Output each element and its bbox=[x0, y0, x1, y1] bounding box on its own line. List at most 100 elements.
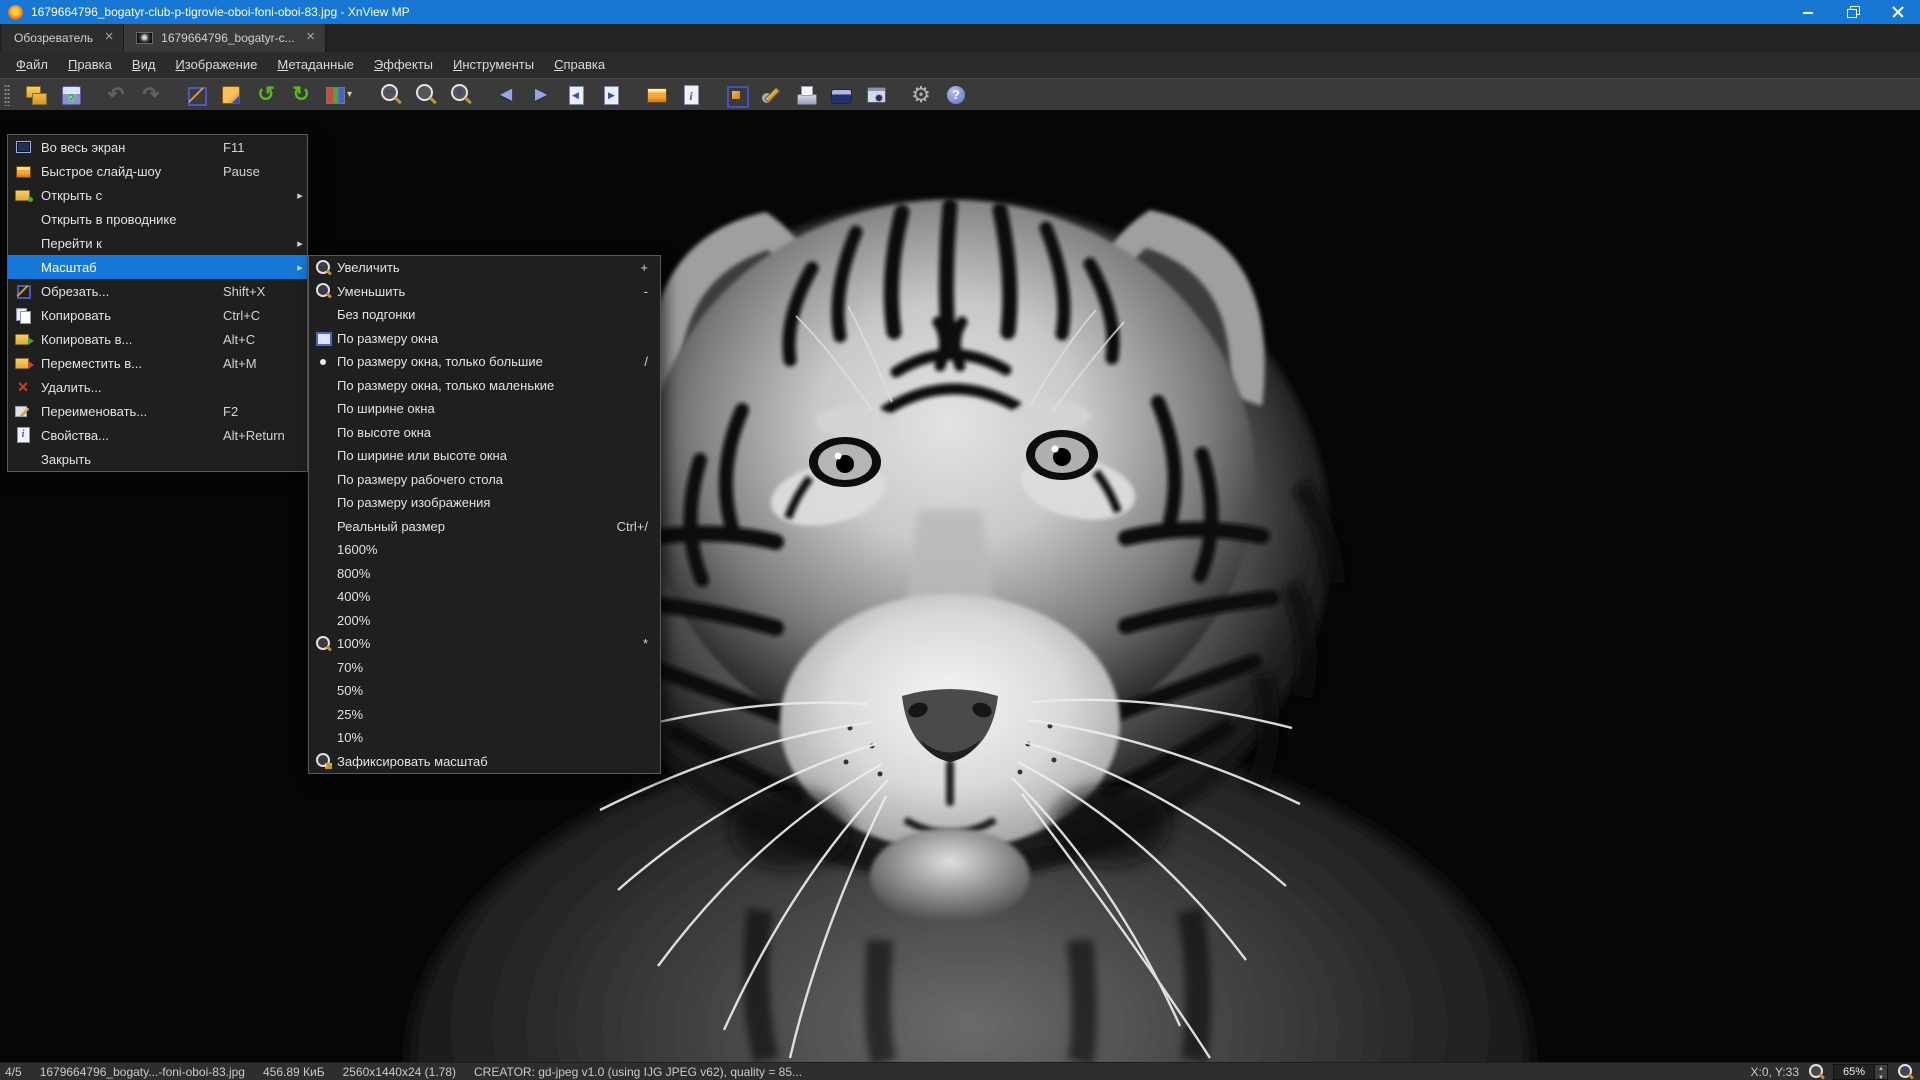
zoom-submenu-item[interactable]: 25% bbox=[309, 703, 660, 727]
context-menu-item[interactable]: Обрезать... Shift+X bbox=[8, 279, 307, 303]
zoom-submenu-item[interactable]: Увеличить + bbox=[309, 256, 660, 280]
context-menu-item[interactable]: Переименовать... F2 bbox=[8, 399, 307, 423]
toolbar-button-edit[interactable] bbox=[758, 82, 784, 108]
menu-item-label: 400% bbox=[337, 589, 648, 604]
menu-item-label: 200% bbox=[337, 613, 648, 628]
zoom-submenu-item[interactable]: 1600% bbox=[309, 538, 660, 562]
context-menu-item[interactable]: Во весь экран F11 bbox=[8, 135, 307, 159]
zoom-submenu-item[interactable]: Без подгонки bbox=[309, 303, 660, 327]
toolbar-button-scan[interactable] bbox=[828, 82, 854, 108]
toolbar bbox=[0, 78, 1920, 110]
zoom-submenu-item[interactable]: Реальный размер Ctrl+/ bbox=[309, 515, 660, 539]
toolbar-grip[interactable] bbox=[4, 84, 10, 106]
status-zoom-in-icon[interactable] bbox=[1896, 1063, 1914, 1080]
status-zoom-out-icon[interactable] bbox=[1807, 1063, 1825, 1080]
menubar-item[interactable]: Правка bbox=[58, 52, 122, 78]
edit-icon bbox=[758, 82, 784, 108]
context-menu-item[interactable]: Масштаб bbox=[8, 255, 307, 279]
tab-browser[interactable]: Обозреватель bbox=[2, 24, 124, 52]
toolbar-button-crop[interactable] bbox=[183, 82, 209, 108]
zoom-submenu-item[interactable]: 400% bbox=[309, 585, 660, 609]
zoom-submenu-item[interactable]: По размеру изображения bbox=[309, 491, 660, 515]
context-menu-item[interactable]: Копировать Ctrl+C bbox=[8, 303, 307, 327]
toolbar-button-browse[interactable] bbox=[23, 82, 49, 108]
window-button-close[interactable] bbox=[1875, 0, 1920, 24]
tab-image[interactable]: 1679664796_bogatyr-c... bbox=[124, 24, 325, 52]
menu-item-shortcut: Alt+M bbox=[223, 356, 293, 371]
toolbar-button-adjust[interactable] bbox=[323, 82, 359, 108]
submenu-arrow-icon bbox=[293, 237, 307, 250]
zoom-submenu-item[interactable]: По размеру рабочего стола bbox=[309, 468, 660, 492]
menu-item-shortcut: * bbox=[643, 636, 648, 651]
toolbar-button-page-last[interactable] bbox=[598, 82, 624, 108]
menu-item-label: Во весь экран bbox=[41, 140, 223, 155]
context-menu-item[interactable]: Открыть с bbox=[8, 183, 307, 207]
adjust-icon bbox=[323, 82, 359, 108]
status-segment: CREATOR: gd-jpeg v1.0 (using IJG JPEG v6… bbox=[474, 1065, 802, 1079]
toolbar-button-prev[interactable] bbox=[493, 82, 519, 108]
menubar-item[interactable]: Вид bbox=[122, 52, 166, 78]
zoom-submenu-item[interactable]: По ширине или высоте окна bbox=[309, 444, 660, 468]
toolbar-button-capture[interactable] bbox=[863, 82, 889, 108]
context-menu-item[interactable]: Свойства... Alt+Return bbox=[8, 423, 307, 447]
zoom-submenu-item[interactable]: По размеру окна, только маленькие bbox=[309, 374, 660, 398]
toolbar-button-info[interactable] bbox=[678, 82, 704, 108]
toolbar-button-redo[interactable] bbox=[138, 82, 164, 108]
toolbar-button-print[interactable] bbox=[793, 82, 819, 108]
context-menu-item[interactable]: Закрыть bbox=[8, 447, 307, 471]
toolbar-button-undo[interactable] bbox=[103, 82, 129, 108]
zoom-submenu-item[interactable]: 70% bbox=[309, 656, 660, 680]
context-menu-item[interactable]: Открыть в проводнике bbox=[8, 207, 307, 231]
tab-close-icon[interactable] bbox=[303, 30, 319, 46]
menubar-item[interactable]: Инструменты bbox=[443, 52, 544, 78]
toolbar-button-zoom-in[interactable] bbox=[448, 82, 474, 108]
browse-icon bbox=[23, 82, 49, 108]
zoom-stepper[interactable] bbox=[1875, 1064, 1888, 1080]
zoom-level-value[interactable]: 65% bbox=[1833, 1064, 1875, 1080]
zoom-level-control[interactable]: 65% bbox=[1833, 1064, 1888, 1080]
zoom-submenu-item[interactable]: По высоте окна bbox=[309, 421, 660, 445]
toolbar-button-rotate-right[interactable] bbox=[288, 82, 314, 108]
window-button-restore[interactable] bbox=[1830, 0, 1875, 24]
submenu-arrow-icon bbox=[293, 189, 307, 202]
menubar-item[interactable]: Изображение bbox=[165, 52, 267, 78]
zoom-submenu-item[interactable]: По размеру окна bbox=[309, 327, 660, 351]
window-button-minimize[interactable] bbox=[1785, 0, 1830, 24]
toolbar-button-resize[interactable] bbox=[218, 82, 244, 108]
toolbar-button-rotate-left[interactable] bbox=[253, 82, 279, 108]
toolbar-button-next[interactable] bbox=[528, 82, 554, 108]
toolbar-button-zoom-out[interactable] bbox=[378, 82, 404, 108]
context-menu-item[interactable]: Копировать в... Alt+C bbox=[8, 327, 307, 351]
toolbar-button-magnifier[interactable] bbox=[413, 82, 439, 108]
context-menu-item[interactable]: Перейти к bbox=[8, 231, 307, 255]
menubar-item[interactable]: Файл bbox=[6, 52, 58, 78]
menu-item-label: По размеру окна bbox=[337, 331, 648, 346]
zoom-submenu-item[interactable]: Уменьшить - bbox=[309, 280, 660, 304]
zoom-submenu-item[interactable]: 100% * bbox=[309, 632, 660, 656]
zoom-submenu-item[interactable]: По размеру окна, только большие / bbox=[309, 350, 660, 374]
toolbar-button-settings[interactable] bbox=[908, 82, 934, 108]
properties-icon bbox=[14, 426, 34, 444]
menubar-item[interactable]: Справка bbox=[544, 52, 615, 78]
toolbar-button-help[interactable] bbox=[943, 82, 969, 108]
toolbar-button-fullscreen[interactable] bbox=[723, 82, 749, 108]
context-menu-item[interactable]: Удалить... bbox=[8, 375, 307, 399]
zoom-submenu-item[interactable]: По ширине окна bbox=[309, 397, 660, 421]
context-menu-item[interactable]: Быстрое слайд-шоу Pause bbox=[8, 159, 307, 183]
toolbar-button-save[interactable] bbox=[58, 82, 84, 108]
zoom-submenu-item[interactable]: 10% bbox=[309, 726, 660, 750]
radio-icon bbox=[314, 353, 332, 371]
menubar-item[interactable]: Эффекты bbox=[364, 52, 443, 78]
menu-item-label: По размеру изображения bbox=[337, 495, 648, 510]
tab-close-icon[interactable] bbox=[101, 30, 117, 46]
zoom-submenu-item[interactable]: 200% bbox=[309, 609, 660, 633]
toolbar-button-slideshow[interactable] bbox=[643, 82, 669, 108]
zoom-submenu-item[interactable]: Зафиксировать масштаб bbox=[309, 750, 660, 774]
zoom-submenu-item[interactable]: 50% bbox=[309, 679, 660, 703]
zoom-submenu-item[interactable]: 800% bbox=[309, 562, 660, 586]
page-first-icon bbox=[563, 82, 589, 108]
toolbar-button-page-first[interactable] bbox=[563, 82, 589, 108]
context-menu-item[interactable]: Переместить в... Alt+M bbox=[8, 351, 307, 375]
zoom-in-icon bbox=[314, 259, 332, 277]
menubar-item[interactable]: Метаданные bbox=[267, 52, 364, 78]
